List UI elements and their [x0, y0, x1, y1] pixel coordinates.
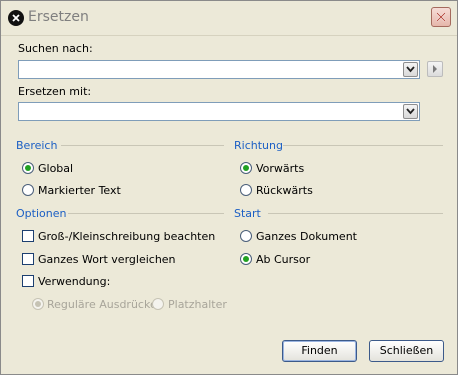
close-icon[interactable] — [431, 7, 451, 27]
title-bar[interactable]: Ersetzen — [1, 1, 457, 36]
bereich-heading: Bereich — [16, 139, 58, 152]
richtung-heading: Richtung — [234, 139, 283, 152]
find-button[interactable]: Finden — [282, 340, 357, 362]
optionen-heading: Optionen — [16, 207, 67, 220]
radio-from-cursor-label[interactable]: Ab Cursor — [256, 253, 310, 266]
radio-selected-text[interactable] — [22, 184, 34, 196]
radio-regex[interactable] — [32, 298, 44, 310]
radio-whole-document-label[interactable]: Ganzes Dokument — [256, 230, 357, 243]
replace-label: Ersetzen mit: — [18, 85, 92, 98]
chevron-right-icon[interactable] — [427, 61, 443, 77]
radio-from-cursor[interactable] — [240, 253, 252, 265]
divider — [68, 213, 224, 214]
radio-backward-label[interactable]: Rückwärts — [256, 184, 313, 197]
replace-dialog: Ersetzen Suchen nach: Ersetzen mit: Bere… — [0, 0, 458, 375]
chevron-down-icon[interactable] — [403, 62, 418, 77]
start-heading: Start — [234, 207, 261, 220]
close-button[interactable]: Schließen — [369, 340, 444, 362]
replace-combobox[interactable] — [18, 102, 420, 121]
checkbox-usage-label[interactable]: Verwendung: — [38, 275, 110, 288]
search-label: Suchen nach: — [18, 42, 93, 55]
radio-wildcards[interactable] — [152, 298, 164, 310]
radio-global[interactable] — [22, 162, 34, 174]
application-icon — [8, 10, 24, 26]
radio-forward-label[interactable]: Vorwärts — [256, 162, 304, 175]
chevron-down-icon[interactable] — [403, 104, 418, 119]
divider — [283, 145, 443, 146]
search-combobox[interactable] — [18, 60, 420, 79]
checkbox-whole-word[interactable] — [22, 253, 34, 265]
radio-whole-document[interactable] — [240, 230, 252, 242]
radio-wildcards-label[interactable]: Platzhalter — [168, 298, 227, 311]
radio-global-label[interactable]: Global — [38, 162, 73, 175]
checkbox-match-case[interactable] — [22, 230, 34, 242]
radio-backward[interactable] — [240, 184, 252, 196]
divider — [61, 145, 224, 146]
checkbox-whole-word-label[interactable]: Ganzes Wort vergleichen — [38, 253, 176, 266]
checkbox-match-case-label[interactable]: Groß-/Kleinschreibung beachten — [38, 230, 215, 243]
radio-selected-text-label[interactable]: Markierter Text — [38, 184, 121, 197]
radio-regex-label[interactable]: Reguläre Ausdrücke — [47, 298, 157, 311]
checkbox-usage[interactable] — [22, 275, 34, 287]
radio-forward[interactable] — [240, 162, 252, 174]
divider — [268, 213, 443, 214]
window-title: Ersetzen — [28, 9, 89, 25]
